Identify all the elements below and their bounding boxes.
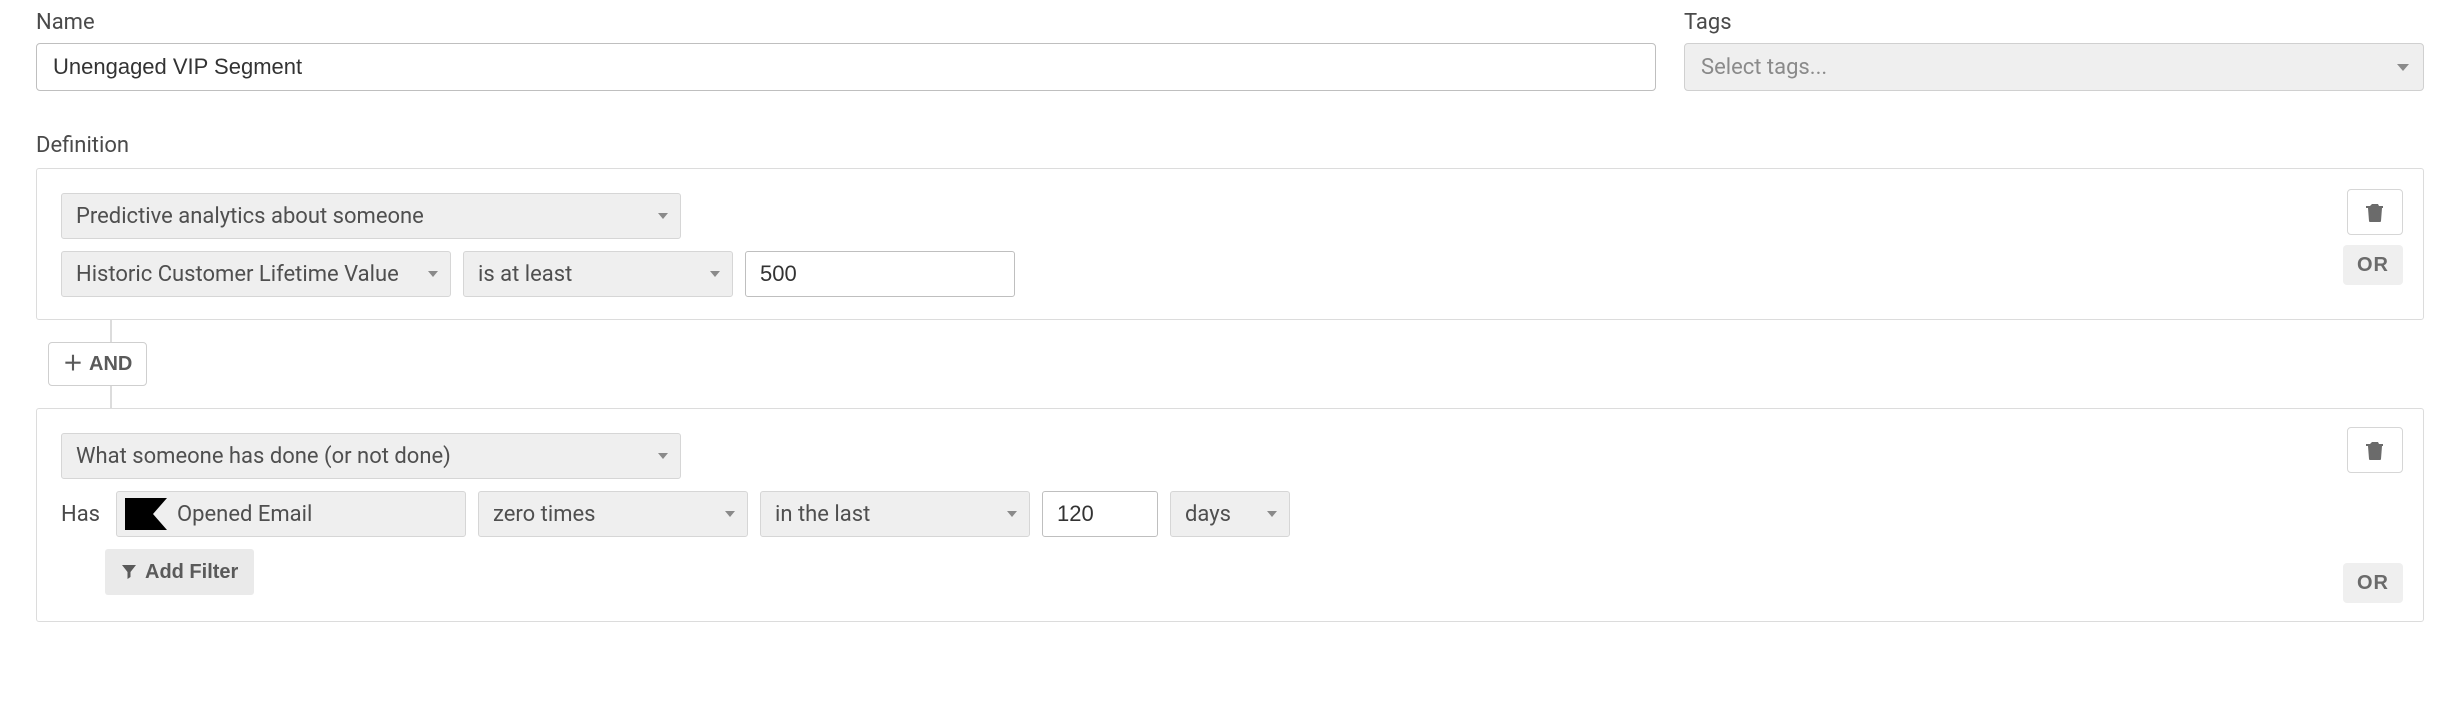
chevron-down-icon xyxy=(658,213,668,219)
name-input[interactable] xyxy=(36,43,1656,91)
threshold-input[interactable] xyxy=(745,251,1015,297)
or-button[interactable]: OR xyxy=(2343,563,2403,603)
chevron-down-icon xyxy=(710,271,720,277)
tags-select[interactable]: Select tags... xyxy=(1684,43,2424,91)
add-filter-button[interactable]: Add Filter xyxy=(105,549,254,595)
times-select[interactable]: zero times xyxy=(478,491,748,537)
chevron-down-icon xyxy=(1007,511,1017,517)
tags-placeholder: Select tags... xyxy=(1701,55,1827,80)
name-label: Name xyxy=(36,10,1656,35)
condition-block-2: What someone has done (or not done) Has … xyxy=(36,408,2424,622)
condition-type-select[interactable]: Predictive analytics about someone xyxy=(61,193,681,239)
delete-button[interactable] xyxy=(2347,427,2403,473)
condition-type-select[interactable]: What someone has done (or not done) xyxy=(61,433,681,479)
connector-line xyxy=(110,386,112,408)
chevron-down-icon xyxy=(2397,64,2409,71)
plus-icon: ＋ xyxy=(63,354,83,374)
trash-icon xyxy=(2366,202,2384,222)
metric-select[interactable]: Historic Customer Lifetime Value xyxy=(61,251,451,297)
chevron-down-icon xyxy=(1267,511,1277,517)
range-select[interactable]: in the last xyxy=(760,491,1030,537)
trash-icon xyxy=(2366,440,2384,460)
or-button[interactable]: OR xyxy=(2343,245,2403,285)
and-button[interactable]: ＋ AND xyxy=(48,342,147,386)
chevron-down-icon xyxy=(725,511,735,517)
funnel-icon xyxy=(121,564,137,580)
event-select[interactable]: Opened Email xyxy=(116,491,466,537)
range-value-input[interactable] xyxy=(1042,491,1158,537)
flag-icon xyxy=(125,498,167,530)
unit-select[interactable]: days xyxy=(1170,491,1290,537)
chevron-down-icon xyxy=(428,271,438,277)
delete-button[interactable] xyxy=(2347,189,2403,235)
operator-select[interactable]: is at least xyxy=(463,251,733,297)
condition-block-1: Predictive analytics about someone Histo… xyxy=(36,168,2424,320)
tags-label: Tags xyxy=(1684,10,2424,35)
chevron-down-icon xyxy=(658,453,668,459)
has-label: Has xyxy=(61,502,100,527)
connector-line xyxy=(110,320,112,342)
definition-label: Definition xyxy=(36,133,2424,158)
